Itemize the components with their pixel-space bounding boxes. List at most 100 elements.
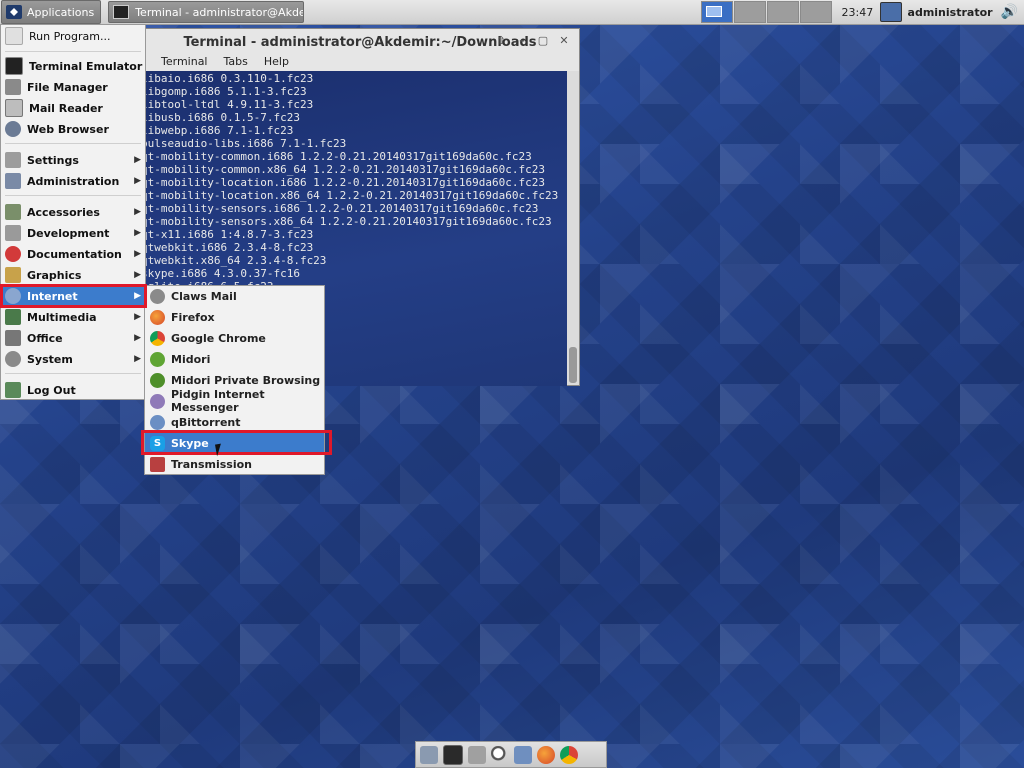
terminal-line: pulseaudio-libs.i686 7.1-1.fc23 — [141, 137, 347, 150]
volume-icon[interactable]: 🔊 — [1001, 4, 1018, 20]
development-icon — [5, 225, 21, 241]
skype-icon: S — [150, 435, 165, 451]
workspace-2[interactable] — [733, 1, 766, 23]
search-icon[interactable] — [491, 745, 509, 764]
terminal-line: skype.i686 4.3.0.37-fc16 — [141, 267, 300, 280]
home-folder-icon[interactable] — [420, 745, 438, 764]
chrome-icon — [150, 330, 165, 346]
menu-item-mail-reader[interactable]: Mail Reader — [1, 98, 145, 118]
menu-separator — [5, 51, 141, 52]
menu-item-accessories[interactable]: Accessories ▶ — [1, 202, 145, 222]
taskbar-terminal-label: Terminal - administrator@Akdem... — [135, 5, 303, 19]
menu-item-terminal-emulator[interactable]: Terminal Emulator — [1, 56, 145, 76]
chrome-icon[interactable] — [560, 745, 578, 764]
terminal-line: qt-mobility-location.i686 1.2.2-0.21.201… — [141, 176, 545, 189]
terminal-scrollbar[interactable] — [567, 71, 579, 385]
sticky-icon[interactable]: ⇧ — [492, 33, 510, 49]
panel-right: 23:47 administrator 🔊 — [700, 0, 1024, 24]
taskbar-terminal-button[interactable]: Terminal - administrator@Akdem... — [108, 1, 305, 23]
terminal-line: qtwebkit.i686 2.3.4-8.fc23 — [141, 241, 314, 254]
firefox-icon — [150, 309, 165, 325]
menu-item-administration[interactable]: Administration ▶ — [1, 171, 145, 191]
menu-item-multimedia[interactable]: Multimedia ▶ — [1, 307, 145, 327]
submenu-arrow-icon: ▶ — [134, 291, 141, 301]
menu-item-office[interactable]: Office ▶ — [1, 328, 145, 348]
terminal-titlebar[interactable]: Terminal - administrator@Akdemir:~/Downl… — [141, 29, 579, 55]
terminal-line: qt-mobility-location.x86_64 1.2.2-0.21.2… — [141, 189, 559, 202]
midori-private-icon — [150, 372, 165, 388]
submenu-item-midori[interactable]: Midori — [145, 349, 324, 369]
maximize-icon[interactable]: ▢ — [534, 33, 552, 49]
terminal-line: libwebp.i686 7.1-1.fc23 — [141, 124, 294, 137]
submenu-arrow-icon: ▶ — [134, 249, 141, 259]
internet-icon — [5, 288, 21, 304]
submenu-arrow-icon: ▶ — [134, 176, 141, 186]
submenu-arrow-icon: ▶ — [134, 270, 141, 280]
claws-mail-icon — [150, 288, 165, 304]
terminal-line: qt-mobility-sensors.x86_64 1.2.2-0.21.20… — [141, 215, 552, 228]
terminal-line: qtwebkit.x86_64 2.3.4-8.fc23 — [141, 254, 327, 267]
menu-item-log-out[interactable]: Log Out — [1, 380, 145, 400]
terminal-line: libusb.i686 0.1.5-7.fc23 — [141, 111, 300, 124]
internet-submenu: Claws Mail Firefox Google Chrome Midori … — [144, 285, 325, 475]
run-icon — [5, 27, 23, 45]
menu-item-run-program[interactable]: Run Program... — [1, 26, 145, 46]
workspace-4[interactable] — [799, 1, 832, 23]
menu-item-development[interactable]: Development ▶ — [1, 223, 145, 243]
multimedia-icon — [5, 309, 21, 325]
menu-item-graphics[interactable]: Graphics ▶ — [1, 265, 145, 285]
terminal-title: Terminal - administrator@Akdemir:~/Downl… — [183, 34, 537, 50]
submenu-item-midori-private[interactable]: Midori Private Browsing — [145, 370, 324, 390]
firefox-icon[interactable] — [537, 745, 555, 764]
menu-help[interactable]: Help — [264, 55, 289, 71]
menu-item-web-browser[interactable]: Web Browser — [1, 119, 145, 139]
menu-separator — [5, 143, 141, 144]
folder-icon[interactable] — [514, 745, 532, 764]
terminal-menubar: Terminal Tabs Help — [141, 55, 579, 71]
menu-separator — [5, 373, 141, 374]
menu-separator — [5, 195, 141, 196]
submenu-item-pidgin[interactable]: Pidgin Internet Messenger — [145, 388, 324, 414]
admin-icon — [5, 173, 21, 189]
submenu-arrow-icon: ▶ — [134, 333, 141, 343]
submenu-arrow-icon: ▶ — [134, 354, 141, 364]
graphics-icon — [5, 267, 21, 283]
terminal-line: qt-mobility-sensors.i686 1.2.2-0.21.2014… — [141, 202, 539, 215]
files-icon[interactable] — [468, 745, 486, 764]
user-icon[interactable] — [879, 2, 902, 22]
applications-label: Applications — [27, 5, 95, 19]
menu-terminal[interactable]: Terminal — [161, 55, 208, 71]
menu-item-documentation[interactable]: Documentation ▶ — [1, 244, 145, 264]
user-name[interactable]: administrator — [908, 6, 993, 19]
close-icon[interactable]: ✕ — [555, 33, 573, 49]
terminal-line: libtool-ltdl 4.9.11-3.fc23 — [141, 98, 314, 111]
submenu-arrow-icon: ▶ — [134, 207, 141, 217]
menu-item-settings[interactable]: Settings ▶ — [1, 150, 145, 170]
clock[interactable]: 23:47 — [842, 6, 876, 19]
terminal-line: libgomp.i686 5.1.1-3.fc23 — [141, 85, 307, 98]
submenu-item-qbittorrent[interactable]: qBittorrent — [145, 412, 324, 432]
applications-menu-button[interactable]: Applications — [1, 0, 102, 24]
submenu-item-firefox[interactable]: Firefox — [145, 307, 324, 327]
submenu-item-google-chrome[interactable]: Google Chrome — [145, 328, 324, 348]
office-icon — [5, 330, 21, 346]
menu-item-internet[interactable]: Internet ▶ — [1, 286, 145, 306]
menu-item-system[interactable]: System ▶ — [1, 349, 145, 369]
terminal-icon — [113, 5, 130, 19]
menu-tabs[interactable]: Tabs — [224, 55, 248, 71]
minimize-icon[interactable]: – — [513, 33, 531, 49]
terminal-icon[interactable] — [443, 744, 463, 765]
terminal-line: qt-mobility-common.i686 1.2.2-0.21.20140… — [141, 150, 532, 163]
submenu-item-claws-mail[interactable]: Claws Mail — [145, 286, 324, 306]
logout-icon — [5, 382, 21, 398]
scrollbar-thumb[interactable] — [569, 347, 577, 383]
submenu-item-skype[interactable]: S Skype — [145, 433, 324, 453]
transmission-icon — [150, 456, 165, 472]
submenu-item-transmission[interactable]: Transmission — [145, 454, 324, 474]
midori-icon — [150, 351, 165, 367]
workspace-1[interactable] — [700, 1, 733, 23]
pidgin-icon — [150, 393, 165, 409]
menu-item-file-manager[interactable]: File Manager — [1, 77, 145, 97]
workspace-3[interactable] — [766, 1, 799, 23]
bottom-dock — [415, 741, 607, 768]
